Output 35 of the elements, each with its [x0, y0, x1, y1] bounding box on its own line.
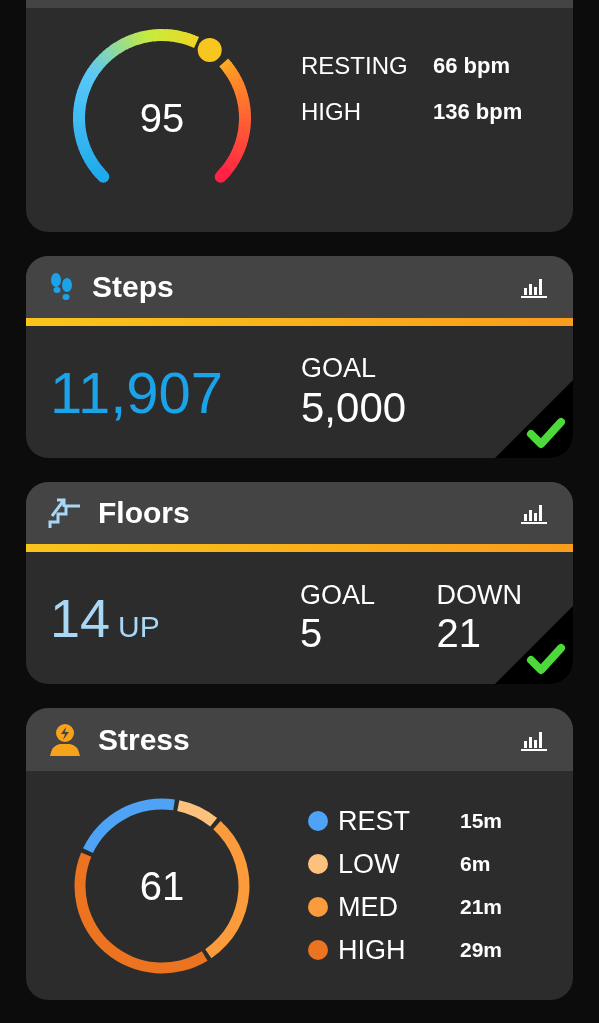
stat-label: RESTING [301, 52, 409, 80]
card-title: Floors [98, 496, 191, 530]
floors-up-count: 14 [50, 587, 111, 649]
legend-label: LOW [338, 848, 401, 880]
legend-value: 29m [460, 938, 503, 962]
card-title: Stress [98, 722, 191, 757]
legend-value: 15m [460, 809, 503, 833]
person-bolt-icon [48, 723, 82, 756]
stress-card[interactable]: Stress 61 REST 15m LOW 6m MED 21m HIGH 29m [26, 708, 573, 1000]
bar-chart-icon[interactable] [521, 276, 547, 298]
legend-value: 6m [460, 852, 492, 876]
steps-count: 11,907 [50, 358, 224, 426]
down-value: 21 [436, 611, 482, 656]
card-title: Steps [92, 270, 175, 304]
down-label: DOWN [436, 580, 522, 611]
floors-card[interactable]: Floors 14 UP GOAL 5 DOWN 21 [26, 482, 573, 684]
stairs-icon [48, 496, 82, 530]
steps-card[interactable]: Steps 11,907 GOAL 5,000 [26, 256, 573, 458]
goal-value: 5,000 [301, 383, 407, 432]
legend-label: REST [338, 805, 411, 837]
unit-label: UP [118, 610, 160, 644]
goal-value: 5 [300, 611, 323, 656]
stat-value: 66 bpm [433, 53, 512, 79]
bar-chart-icon[interactable] [521, 502, 547, 524]
stat-value: 136 bpm [433, 99, 523, 125]
heart-rate-value: 95 [139, 95, 185, 141]
gauge-marker [197, 38, 222, 63]
heart-rate-card[interactable]: 95 RESTING 66 bpm HIGH 136 bpm [26, 0, 573, 232]
stat-label: HIGH [301, 98, 362, 126]
stress-score: 61 [139, 863, 185, 908]
goal-label: GOAL [300, 580, 376, 611]
legend-label: HIGH [338, 934, 407, 966]
legend-value: 21m [460, 895, 503, 919]
legend-label: MED [338, 891, 399, 923]
goal-label: GOAL [301, 352, 377, 384]
